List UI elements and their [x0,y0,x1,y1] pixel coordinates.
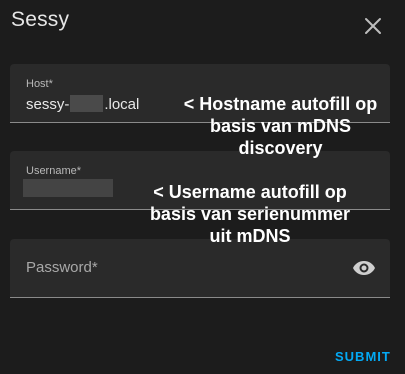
config-dialog: Sessy Host* sessy- .local Username* Passw… [0,0,405,374]
redacted-username [23,179,113,197]
annotation-line: discovery [238,138,323,158]
host-value-suffix: .local [104,96,140,113]
submit-button[interactable]: SUBMIT [335,349,391,364]
annotation-line: < Hostname autofill op [183,94,378,114]
annotation-line: < Username autofill op [153,182,347,202]
host-value-prefix: sessy- [26,96,70,113]
redacted-block [70,95,104,112]
username-label: Username* [26,165,82,177]
dialog-title: Sessy [11,8,70,31]
host-annotation: < Hostname autofill op basis van mDNS di… [168,93,393,159]
annotation-line: uit mDNS [209,226,291,246]
password-field[interactable]: Password* [10,239,390,298]
password-label: Password* [26,259,98,276]
eye-icon[interactable] [352,256,376,280]
annotation-line: basis van mDNS [209,116,352,136]
username-annotation: < Username autofill op basis van serienu… [130,181,370,247]
close-icon[interactable] [361,14,385,38]
host-input[interactable]: sessy- .local [26,95,139,113]
annotation-line: basis van serienummer [149,204,351,224]
host-label: Host* [26,78,53,90]
